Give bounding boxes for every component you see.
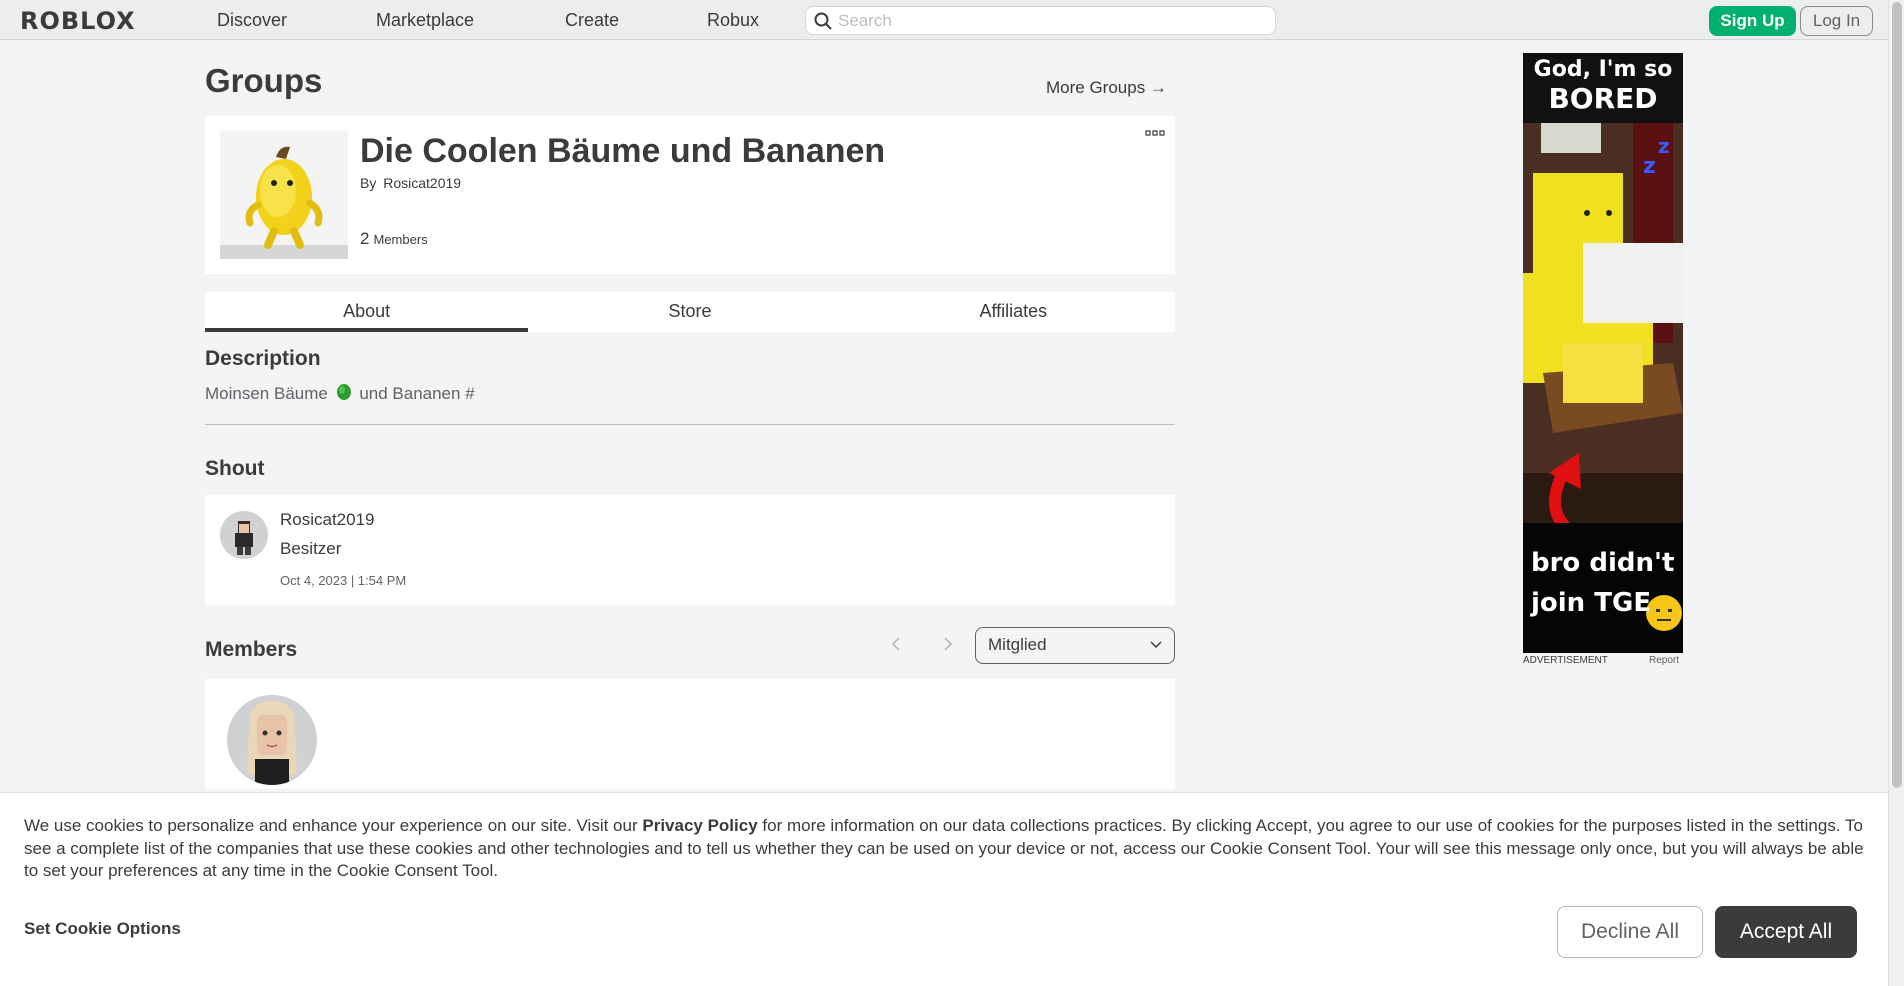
- tree-emoji-icon: [336, 384, 351, 400]
- tab-about[interactable]: About: [205, 292, 529, 332]
- members-heading: Members: [205, 638, 298, 661]
- search-box: [805, 6, 1276, 35]
- description-text-before: Moinsen Bäume: [205, 384, 328, 403]
- tab-store[interactable]: Store: [528, 292, 851, 332]
- shout-user-avatar[interactable]: [220, 511, 268, 559]
- description-heading: Description: [205, 347, 321, 370]
- page-scrollbar[interactable]: [1888, 0, 1904, 986]
- advertisement-label: ADVERTISEMENT: [1523, 655, 1608, 666]
- tab-affiliates[interactable]: Affiliates: [852, 292, 1175, 332]
- chevron-down-icon: [1150, 641, 1162, 649]
- decline-all-button[interactable]: Decline All: [1557, 906, 1703, 958]
- accept-all-button[interactable]: Accept All: [1715, 906, 1857, 958]
- sign-up-button[interactable]: Sign Up: [1709, 6, 1796, 36]
- shout-heading: Shout: [205, 457, 265, 480]
- more-groups-link[interactable]: More Groups →: [1046, 78, 1167, 98]
- ad-headline: God, I'm so BORED: [1523, 53, 1683, 123]
- description-text: Moinsen Bäume und Bananen #: [205, 384, 475, 404]
- member-avatar[interactable]: [227, 695, 317, 785]
- nav-robux[interactable]: Robux: [707, 10, 759, 31]
- cookie-consent-banner: We use cookies to personalize and enhanc…: [0, 792, 1888, 986]
- group-name: Die Coolen Bäume und Bananen: [360, 132, 886, 170]
- group-owner-line: By Rosicat2019: [360, 175, 461, 191]
- privacy-policy-link[interactable]: Privacy Policy: [642, 816, 757, 835]
- by-label: By: [360, 175, 377, 191]
- page-title: Groups: [205, 62, 323, 99]
- group-tabs: About Store Affiliates: [205, 292, 1175, 332]
- chevron-left-icon[interactable]: [886, 634, 906, 654]
- shout-username[interactable]: Rosicat2019: [280, 510, 375, 530]
- section-divider: [205, 424, 1175, 425]
- nav-marketplace[interactable]: Marketplace: [376, 10, 474, 31]
- roblox-logo[interactable]: ROBLOX: [20, 7, 136, 35]
- svg-text:z: z: [1658, 134, 1670, 158]
- member-count: 2 Members: [360, 229, 428, 249]
- ad-headline-line2: BORED: [1548, 82, 1658, 115]
- member-count-value: 2: [360, 229, 370, 248]
- top-navigation-bar: ROBLOX Discover Marketplace Create Robux…: [0, 0, 1888, 40]
- role-filter-value: Mitglied: [988, 635, 1047, 654]
- shout-user-role: Besitzer: [280, 539, 342, 558]
- ad-report-link[interactable]: Report: [1649, 655, 1679, 666]
- log-in-button[interactable]: Log In: [1800, 6, 1873, 36]
- description-text-after: und Bananen #: [359, 384, 475, 403]
- search-input[interactable]: [838, 9, 1258, 33]
- shout-timestamp: Oct 4, 2023 | 1:54 PM: [280, 573, 407, 588]
- group-header-card: Die Coolen Bäume und Bananen By Rosicat2…: [205, 116, 1175, 274]
- role-filter-dropdown[interactable]: Mitglied: [975, 627, 1175, 664]
- nav-create[interactable]: Create: [565, 10, 619, 31]
- chevron-right-icon[interactable]: [938, 634, 958, 654]
- ad-headline-line1: God, I'm so: [1533, 57, 1673, 82]
- shout-card: Rosicat2019 Besitzer Oct 4, 2023 | 1:54 …: [205, 495, 1175, 605]
- nav-discover[interactable]: Discover: [217, 10, 287, 31]
- members-list: [205, 679, 1175, 789]
- search-icon: [814, 12, 832, 30]
- set-cookie-options-link[interactable]: Set Cookie Options: [24, 919, 181, 939]
- ad-caption-line1: bro didn't: [1531, 548, 1675, 578]
- cookie-message: We use cookies to personalize and enhanc…: [24, 815, 1874, 883]
- member-count-label: Members: [373, 232, 428, 247]
- group-emblem-banana-image: [220, 131, 348, 259]
- ad-caption-line2: join TGE: [1531, 588, 1652, 618]
- ad-caption: bro didn't join TGE: [1523, 543, 1683, 623]
- advertisement-banner[interactable]: z z God, I'm so BORED bro didn't join TG…: [1523, 53, 1683, 653]
- scrollbar-thumb[interactable]: [1892, 2, 1902, 788]
- owner-link[interactable]: Rosicat2019: [383, 175, 461, 191]
- svg-text:z: z: [1643, 154, 1656, 179]
- more-options-icon[interactable]: [1145, 130, 1165, 138]
- cookie-message-part1: We use cookies to personalize and enhanc…: [24, 816, 643, 835]
